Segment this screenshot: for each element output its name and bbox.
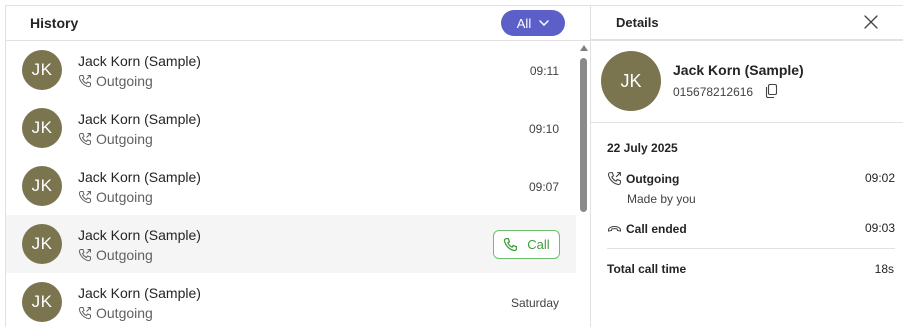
contact-name: Jack Korn (Sample) (78, 111, 201, 127)
history-list: JK Jack Korn (Sample) Outgoing 09:11 JK … (6, 41, 576, 327)
call-time: Saturday (510, 296, 559, 310)
details-panel: Details JK Jack Korn (Sample) 0156782126… (590, 5, 903, 327)
history-row[interactable]: JK Jack Korn (Sample) Outgoing 09:10 (6, 99, 576, 157)
hang-up-icon (608, 225, 621, 232)
contact-phone-number: 015678212616 (673, 85, 754, 99)
avatar: JK (22, 108, 62, 148)
copy-icon[interactable] (765, 83, 779, 99)
call-time: 09:07 (528, 180, 559, 194)
call-event-label: Outgoing (626, 171, 680, 186)
outgoing-call-icon (78, 133, 91, 146)
call-direction: Outgoing (78, 131, 153, 147)
call-event-title: Outgoing (607, 171, 895, 186)
history-header: History All (6, 6, 590, 41)
call-direction-label: Outgoing (96, 247, 153, 263)
call-direction: Outgoing (78, 189, 153, 205)
call-button[interactable]: Call (493, 230, 560, 259)
filter-dropdown-button[interactable]: All (501, 10, 565, 36)
call-event-time: 09:03 (864, 221, 895, 235)
avatar: JK (22, 50, 62, 90)
total-call-time-value: 18s (874, 262, 894, 276)
scrollbar[interactable] (577, 42, 591, 327)
call-direction-label: Outgoing (96, 189, 153, 205)
call-event: Outgoing 09:02 Made by you (607, 171, 895, 206)
call-direction: Outgoing (78, 305, 153, 321)
call-direction: Outgoing (78, 247, 153, 263)
history-row[interactable]: JK Jack Korn (Sample) Outgoing Saturday (6, 273, 576, 327)
scroll-up-arrow-icon[interactable] (580, 45, 588, 51)
avatar: JK (22, 224, 62, 264)
history-panel: History All JK Jack Korn (Sample) Outgoi… (5, 5, 590, 327)
history-row[interactable]: JK Jack Korn (Sample) Outgoing 09:11 (6, 41, 576, 99)
call-button-label: Call (527, 237, 550, 252)
chevron-down-icon (539, 20, 549, 26)
contact-name: Jack Korn (Sample) (673, 62, 804, 78)
contact-name: Jack Korn (Sample) (78, 169, 201, 185)
call-date: 22 July 2025 (607, 141, 678, 155)
details-title: Details (616, 15, 659, 30)
contact-name: Jack Korn (Sample) (78, 285, 201, 301)
call-time: 09:11 (529, 64, 559, 78)
call-direction-label: Outgoing (96, 131, 153, 147)
total-call-time-label: Total call time (607, 262, 687, 276)
call-time: 09:10 (528, 122, 559, 136)
filter-label: All (516, 15, 532, 31)
outgoing-call-icon (78, 75, 91, 88)
call-event-label: Call ended (626, 221, 687, 236)
outgoing-call-icon (78, 191, 91, 204)
outgoing-call-icon (78, 307, 91, 320)
details-header: Details (591, 6, 903, 41)
call-event-time: 09:02 (864, 171, 895, 185)
avatar: JK (22, 282, 62, 322)
close-icon[interactable] (863, 14, 879, 30)
divider (607, 248, 895, 249)
contact-card: JK Jack Korn (Sample) 015678212616 (591, 41, 903, 123)
outgoing-call-icon (607, 172, 621, 186)
contact-name: Jack Korn (Sample) (78, 53, 201, 69)
contact-name: Jack Korn (Sample) (78, 227, 201, 243)
avatar: JK (601, 51, 661, 111)
call-event-title: Call ended (607, 221, 895, 236)
call-direction-label: Outgoing (96, 73, 153, 89)
history-row[interactable]: JK Jack Korn (Sample) Outgoing Call (6, 215, 576, 273)
outgoing-call-icon (78, 249, 91, 262)
avatar: JK (22, 166, 62, 206)
call-direction: Outgoing (78, 73, 153, 89)
call-direction-label: Outgoing (96, 305, 153, 321)
scroll-thumb[interactable] (580, 58, 587, 212)
history-title: History (30, 15, 79, 31)
call-event-subtext: Made by you (627, 192, 696, 206)
phone-icon (504, 237, 518, 252)
history-row[interactable]: JK Jack Korn (Sample) Outgoing 09:07 (6, 157, 576, 215)
call-event: Call ended 09:03 (607, 221, 895, 236)
